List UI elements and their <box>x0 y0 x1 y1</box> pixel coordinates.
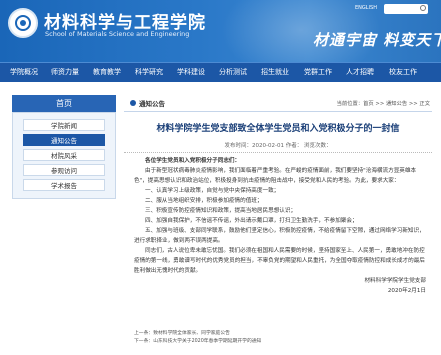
sidebar-item-lectures[interactable]: 学术报告 <box>23 179 105 191</box>
school-name-en: School of Materials Science and Engineer… <box>45 30 190 38</box>
school-motto: 材通宇宙 料变天下 <box>313 31 441 49</box>
nav-item-alumni[interactable]: 校友工作 <box>385 63 421 82</box>
article-greeting: 各位学生党员和入党积极分子同志们： <box>145 158 241 164</box>
article-sign-date: 2020年2月1日 <box>387 288 426 294</box>
nav-item-faculty[interactable]: 师资力量 <box>47 63 83 82</box>
nav-item-testing[interactable]: 分析测试 <box>215 63 251 82</box>
article-paragraph: 一、认真学习上级政策，自觉与党中央保持高度一致； <box>145 188 280 194</box>
article-sign-org: 材料科学学院学生党支部 <box>364 278 426 284</box>
nav-item-discipline[interactable]: 学科建设 <box>173 63 209 82</box>
main-nav: 学院概况 师资力量 教育教学 科学研究 学科建设 分析测试 招生就业 党群工作 … <box>0 62 441 82</box>
school-logo[interactable] <box>8 8 38 38</box>
next-article-link[interactable]: 下一条：山东科技大学关于2020年春季学期延期开学的通知 <box>134 338 261 346</box>
prev-article-link[interactable]: 上一条：致材料学院全体家长、同学家庭公告 <box>134 330 261 338</box>
sidebar-item-style[interactable]: 材院风采 <box>23 149 105 161</box>
breadcrumb-path[interactable]: 当前位置：首页 >> 通知公告 >> 正文 <box>337 99 430 107</box>
search-input[interactable] <box>384 4 428 14</box>
sidebar-item-news[interactable]: 学院新闻 <box>23 119 105 131</box>
nav-item-overview[interactable]: 学院概况 <box>6 63 42 82</box>
article-paragraph: 由于新型冠状病毒肺炎疫情影响，我们面临着严重考验。在严峻的疫情面前，我们要坚持"… <box>134 168 417 184</box>
nav-item-research[interactable]: 科学研究 <box>131 63 167 82</box>
article-paragraph: 三、积极宣传防控疫情知识和政策，提高当地居民思想认识； <box>145 208 297 214</box>
nav-item-party[interactable]: 党群工作 <box>300 63 336 82</box>
article-meta: 发布时间：2020-02-01 作者： 浏览次数： <box>124 141 432 153</box>
sidebar-menu: 学院新闻 通知公告 材院风采 参观访问 学术报告 <box>12 112 116 199</box>
section-title: 通知公告 <box>139 100 165 108</box>
article-paragraph: 二、服从当地组织安排，积极参加疫情的值班； <box>145 198 263 204</box>
sidebar-title[interactable]: 首页 <box>12 95 116 112</box>
prev-next-links: 上一条：致材料学院全体家长、同学家庭公告 下一条：山东科技大学关于2020年春季… <box>134 330 261 346</box>
article-title: 材料学院学生党支部致全体学生党员和入党积极分子的一封信 <box>156 124 400 134</box>
article-paragraph: 四、加强自我保护，不信谣不传谣，外出请示戴口罩，打扫卫生勤洗手，不参加聚会； <box>145 218 358 224</box>
nav-item-recruitment[interactable]: 人才招聘 <box>342 63 378 82</box>
breadcrumb: 通知公告 当前位置：首页 >> 通知公告 >> 正文 <box>124 95 432 112</box>
sidebar-item-notices[interactable]: 通知公告 <box>23 134 105 146</box>
nav-item-education[interactable]: 教育教学 <box>89 63 125 82</box>
site-header: 材料科学与工程学院 School of Materials Science an… <box>0 0 441 62</box>
logo-dot <box>20 20 26 26</box>
article-paragraph: 五、加强与班级、支部同学联系，鼓励他们坚定信心，积极防控疫情，不给疫情留下空隙，… <box>134 228 425 244</box>
search-icon[interactable] <box>420 5 426 11</box>
english-link[interactable]: ENGLISH <box>355 5 377 11</box>
sidebar-item-visits[interactable]: 参观访问 <box>23 164 105 176</box>
article-body: 各位学生党员和入党积极分子同志们： 由于新型冠状病毒肺炎疫情影响，我们面临着严重… <box>134 156 426 296</box>
article-paragraph: 同志们，古人说位卑未敢忘忧国。我们必须在祖国和人民需要的时候，坚持国家至上、人民… <box>134 248 425 274</box>
nav-item-admissions[interactable]: 招生就业 <box>257 63 293 82</box>
section-bullet-icon <box>130 100 136 106</box>
